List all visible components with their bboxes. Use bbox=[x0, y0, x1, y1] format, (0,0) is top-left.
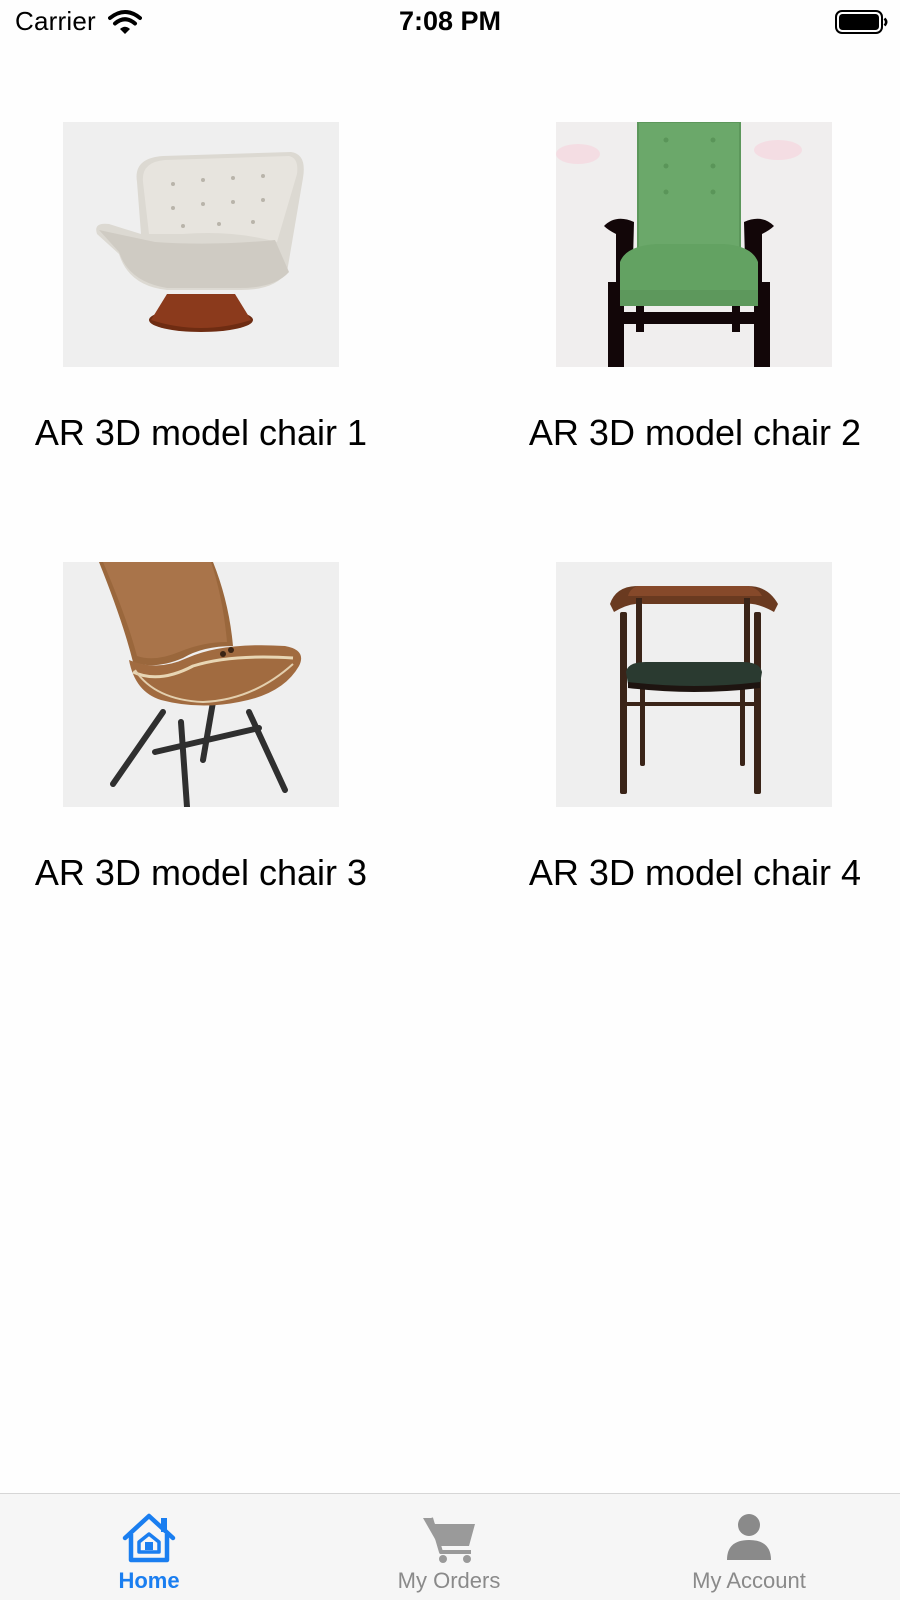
product-card[interactable]: AR 3D model chair 1 bbox=[0, 0, 440, 453]
tab-bar: Home My Orders My Account bbox=[0, 1493, 900, 1600]
cart-icon bbox=[423, 1517, 475, 1563]
person-icon bbox=[727, 1514, 771, 1560]
chair-image bbox=[556, 122, 832, 367]
product-title[interactable]: AR 3D model chair 3 bbox=[1, 852, 401, 894]
product-card[interactable]: AR 3D model chair 2 bbox=[460, 0, 900, 453]
product-card[interactable]: AR 3D model chair 3 bbox=[0, 440, 440, 893]
product-title[interactable]: AR 3D model chair 4 bbox=[495, 852, 895, 894]
tab-my-account[interactable]: My Account bbox=[649, 1494, 849, 1600]
product-image[interactable] bbox=[63, 122, 339, 367]
product-card[interactable]: AR 3D model chair 4 bbox=[460, 440, 900, 893]
tab-label: Home bbox=[118, 1568, 180, 1593]
tab-label: My Account bbox=[692, 1568, 806, 1593]
tab-my-orders[interactable]: My Orders bbox=[349, 1494, 549, 1600]
product-image[interactable] bbox=[556, 562, 832, 807]
home-icon bbox=[122, 1513, 176, 1563]
product-image[interactable] bbox=[556, 122, 832, 367]
app-screen: Carrier 7:08 PM AR 3D model chair 1 AR 3… bbox=[0, 0, 900, 1600]
tab-home[interactable]: Home bbox=[49, 1494, 249, 1600]
chair-image bbox=[99, 562, 302, 807]
product-image[interactable] bbox=[63, 562, 339, 807]
chair-image bbox=[610, 586, 778, 794]
tab-label: My Orders bbox=[397, 1568, 501, 1593]
chair-image bbox=[96, 152, 304, 332]
